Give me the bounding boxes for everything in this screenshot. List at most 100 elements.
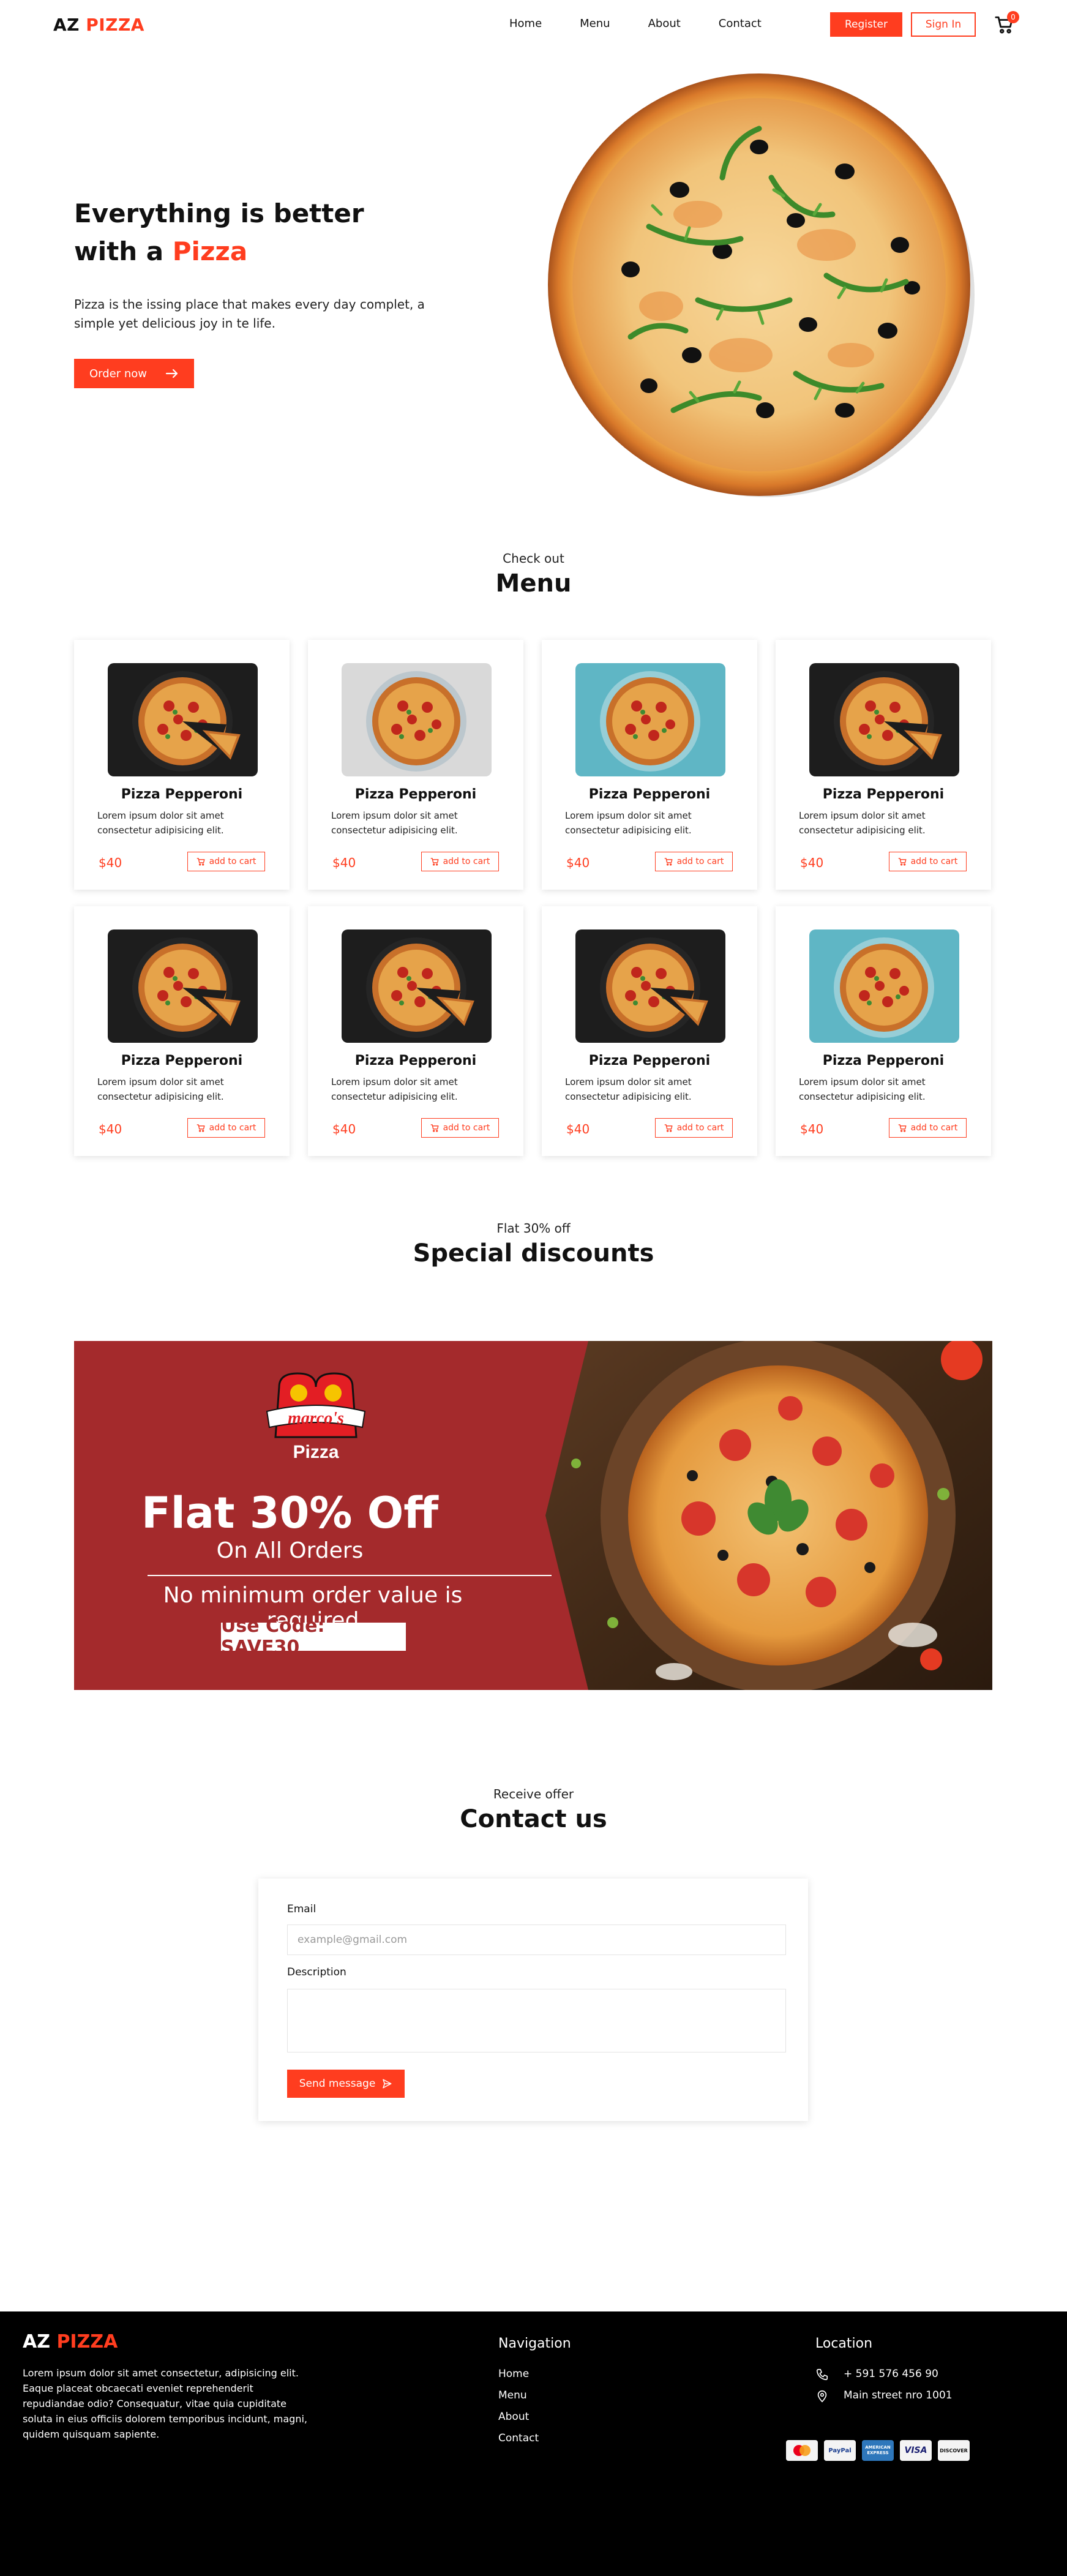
banner-brand-sub: Pizza bbox=[293, 1442, 339, 1462]
send-icon bbox=[383, 2079, 392, 2089]
menu-card-description: Lorem ipsum dolor sit amet consectetur a… bbox=[331, 810, 458, 836]
cart-icon bbox=[197, 1124, 205, 1132]
marcos-logo: marco's Pizza bbox=[266, 1372, 366, 1462]
menu-card-title: Pizza Pepperoni bbox=[121, 787, 243, 802]
add-to-cart-button[interactable]: add to cart bbox=[187, 1118, 265, 1138]
cart-icon bbox=[898, 1124, 907, 1132]
menu-card-price: $40 bbox=[566, 1122, 590, 1136]
cart-count-badge: 0 bbox=[1007, 11, 1019, 23]
banner-brand: marco's bbox=[288, 1409, 344, 1428]
contact-form: Email example@gmail.com Description Send… bbox=[258, 1879, 808, 2121]
add-to-cart-label: add to cart bbox=[209, 857, 256, 866]
menu-card-description: Lorem ipsum dolor sit amet consectetur a… bbox=[565, 1076, 692, 1102]
menu-card-title: Pizza Pepperoni bbox=[121, 1053, 243, 1068]
contact-subtitle: Receive offer bbox=[493, 1787, 574, 1801]
menu-card-image bbox=[575, 663, 725, 776]
add-to-cart-label: add to cart bbox=[676, 1123, 724, 1133]
menu-card-price: $40 bbox=[99, 855, 122, 870]
signin-button[interactable]: Sign In bbox=[911, 12, 976, 37]
nav-link-about[interactable]: About bbox=[648, 17, 681, 30]
menu-card-description: Lorem ipsum dolor sit amet consectetur a… bbox=[97, 1076, 224, 1102]
contact-title: Contact us bbox=[460, 1805, 607, 1833]
banner-subline: On All Orders bbox=[216, 1538, 364, 1563]
footer-link-about[interactable]: About bbox=[498, 2411, 529, 2423]
add-to-cart-button[interactable]: add to cart bbox=[421, 1118, 499, 1138]
register-button[interactable]: Register bbox=[830, 12, 902, 37]
menu-card-image bbox=[108, 663, 258, 776]
menu-card-image bbox=[342, 663, 492, 776]
hero-description: Pizza is the issing place that makes eve… bbox=[74, 297, 425, 331]
nav-links: Home Menu About Contact bbox=[509, 17, 799, 30]
menu-card-description: Lorem ipsum dolor sit amet consectetur a… bbox=[799, 1076, 926, 1102]
order-now-label: Order now bbox=[89, 367, 148, 380]
footer-description: Lorem ipsum dolor sit amet consectetur, … bbox=[23, 2367, 308, 2440]
discount-subtitle: Flat 30% off bbox=[496, 1221, 571, 1236]
footer-link-menu[interactable]: Menu bbox=[498, 2389, 527, 2401]
menu-card-description: Lorem ipsum dolor sit amet consectetur a… bbox=[331, 1076, 458, 1102]
nav-link-menu[interactable]: Menu bbox=[580, 17, 610, 30]
hero-title-prefix: with a bbox=[74, 236, 164, 266]
discount-banner[interactable]: marco's Pizza Flat 30% Off On All Orders… bbox=[74, 1341, 992, 1690]
location-pin-icon bbox=[817, 2390, 827, 2403]
add-to-cart-button[interactable]: add to cart bbox=[889, 852, 967, 871]
banner-promo-code: Use Code: SAVE30 bbox=[221, 1615, 406, 1658]
footer-link-contact[interactable]: Contact bbox=[498, 2432, 539, 2444]
menu-card: Pizza Pepperoni Lorem ipsum dolor sit ame… bbox=[308, 640, 523, 890]
menu-card-title: Pizza Pepperoni bbox=[822, 787, 945, 802]
menu-card-image bbox=[575, 929, 725, 1043]
send-message-button[interactable]: Send message bbox=[287, 2070, 405, 2098]
email-label: Email bbox=[287, 1903, 316, 1915]
nav-link-home[interactable]: Home bbox=[509, 17, 542, 30]
add-to-cart-label: add to cart bbox=[443, 1123, 490, 1133]
footer-location-heading: Location bbox=[815, 2336, 873, 2351]
mastercard-icon bbox=[786, 2440, 818, 2461]
add-to-cart-label: add to cart bbox=[209, 1123, 256, 1133]
menu-card: Pizza Pepperoni Lorem ipsum dolor sit ame… bbox=[776, 906, 991, 1156]
add-to-cart-label: add to cart bbox=[910, 1123, 958, 1133]
add-to-cart-label: add to cart bbox=[676, 857, 724, 866]
menu-card-image bbox=[809, 663, 959, 776]
hero-title-accent: Pizza bbox=[172, 236, 248, 266]
add-to-cart-button[interactable]: add to cart bbox=[889, 1118, 967, 1138]
add-to-cart-button[interactable]: add to cart bbox=[421, 852, 499, 871]
menu-card-price: $40 bbox=[332, 855, 356, 870]
menu-card: Pizza Pepperoni Lorem ipsum dolor sit ame… bbox=[542, 906, 757, 1156]
cart-icon bbox=[664, 1124, 673, 1132]
description-field[interactable] bbox=[287, 1989, 786, 2052]
add-to-cart-button[interactable]: add to cart bbox=[655, 1118, 733, 1138]
nav-link-contact[interactable]: Contact bbox=[719, 17, 762, 30]
cart-icon bbox=[197, 857, 205, 866]
menu-card-description: Lorem ipsum dolor sit amet consectetur a… bbox=[565, 810, 692, 836]
email-field[interactable]: example@gmail.com bbox=[287, 1924, 786, 1955]
menu-card: Pizza Pepperoni Lorem ipsum dolor sit ame… bbox=[542, 640, 757, 890]
add-to-cart-button[interactable]: add to cart bbox=[655, 852, 733, 871]
site-logo[interactable]: AZ PIZZA bbox=[53, 15, 144, 35]
discover-icon: DISCOVER bbox=[938, 2440, 970, 2461]
paypal-icon: PayPal bbox=[824, 2440, 856, 2461]
menu-card-title: Pizza Pepperoni bbox=[354, 1053, 477, 1068]
phone-icon bbox=[816, 2368, 828, 2381]
menu-card-title: Pizza Pepperoni bbox=[354, 787, 477, 802]
logo-accent: PIZZA bbox=[86, 15, 144, 35]
arrow-right-icon bbox=[165, 369, 178, 378]
menu-card-price: $40 bbox=[800, 855, 824, 870]
add-to-cart-button[interactable]: add to cart bbox=[187, 852, 265, 871]
amex-icon: AMERICAN EXPRESS bbox=[862, 2440, 894, 2461]
menu-card-price: $40 bbox=[99, 1122, 122, 1136]
description-label: Description bbox=[287, 1966, 346, 1978]
menu-title: Menu bbox=[495, 569, 572, 598]
footer-logo-main: AZ bbox=[23, 2331, 50, 2353]
footer-address: Main street nro 1001 bbox=[844, 2389, 953, 2401]
footer-link-home[interactable]: Home bbox=[498, 2368, 529, 2380]
cart-icon bbox=[664, 857, 673, 866]
hero-title-line2: with a Pizza bbox=[74, 233, 441, 271]
menu-card-description: Lorem ipsum dolor sit amet consectetur a… bbox=[97, 810, 224, 836]
menu-card-image bbox=[342, 929, 492, 1043]
menu-card: Pizza Pepperoni Lorem ipsum dolor sit ame… bbox=[74, 906, 290, 1156]
order-now-button[interactable]: Order now bbox=[74, 359, 194, 388]
footer-logo[interactable]: AZ PIZZA bbox=[23, 2331, 118, 2353]
menu-card-description: Lorem ipsum dolor sit amet consectetur a… bbox=[799, 810, 926, 836]
menu-card-image bbox=[108, 929, 258, 1043]
navbar: AZ PIZZA Home Menu About Contact Registe… bbox=[0, 0, 1067, 50]
menu-card: Pizza Pepperoni Lorem ipsum dolor sit ame… bbox=[308, 906, 523, 1156]
